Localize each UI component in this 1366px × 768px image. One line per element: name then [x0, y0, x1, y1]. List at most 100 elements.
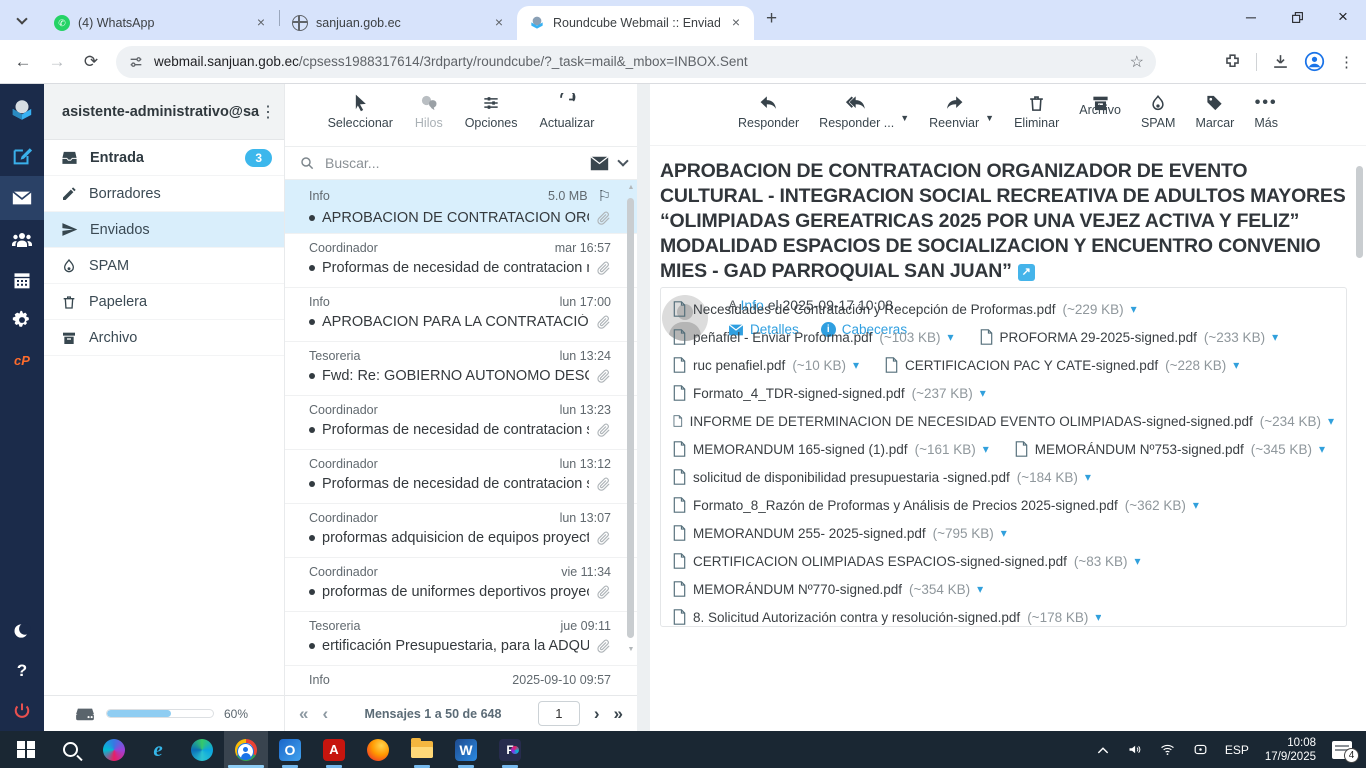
scroll-down-icon[interactable]: ▼ [627, 646, 635, 653]
clock[interactable]: 10:0817/9/2025 [1265, 736, 1316, 764]
attachment-menu-caret-icon[interactable]: ▾ [1135, 554, 1141, 568]
select-button[interactable]: Seleccionar [328, 93, 393, 130]
message-row[interactable]: Coordinadorlun 13:07 proformas adquisici… [285, 504, 637, 558]
logout-power-icon[interactable] [0, 691, 44, 731]
list-scrollbar[interactable]: ▲ ▼ [627, 184, 635, 689]
volume-icon[interactable] [1126, 742, 1143, 757]
close-tab-icon[interactable]: × [728, 15, 744, 31]
attachment-menu-caret-icon[interactable]: ▾ [1319, 442, 1325, 456]
extensions-icon[interactable] [1223, 52, 1242, 71]
sidebar-item-papelera[interactable]: Papelera [44, 284, 284, 320]
profile-avatar-icon[interactable] [1304, 51, 1325, 72]
bookmark-star-icon[interactable]: ☆ [1130, 52, 1144, 72]
message-row[interactable]: Info2025-09-10 09:57 [285, 666, 637, 695]
reply-all-button[interactable]: Responder ... [819, 93, 894, 130]
message-row[interactable]: Tesoreriajue 09:11 ertificación Presupue… [285, 612, 637, 666]
reply-button[interactable]: Responder [738, 93, 799, 130]
archive-button[interactable]: Archivo [1079, 93, 1121, 117]
taskbar-firefox-button[interactable] [356, 731, 400, 768]
refresh-button[interactable]: Actualizar [540, 93, 595, 130]
attachment-menu-caret-icon[interactable]: ▾ [1131, 302, 1137, 316]
tab-whatsapp[interactable]: ✆ (4) WhatsApp × [42, 6, 279, 40]
calendar-icon[interactable] [0, 260, 44, 300]
spam-button[interactable]: SPAM [1141, 93, 1176, 130]
language-indicator[interactable]: ESP [1225, 743, 1249, 757]
cpanel-icon[interactable]: cP [0, 340, 44, 380]
mail-nav-icon[interactable] [0, 176, 44, 220]
attachment-item[interactable]: Formato_4_TDR-signed-signed.pdf(~237 KB)… [673, 385, 986, 401]
taskbar-explorer-button[interactable] [400, 731, 444, 768]
attachment-item[interactable]: CERTIFICACION PAC Y CATE-signed.pdf(~228… [885, 357, 1239, 373]
page-number-input[interactable]: 1 [538, 701, 580, 726]
scrollbar-thumb[interactable] [627, 198, 634, 638]
threads-button[interactable]: Hilos [415, 93, 443, 130]
close-tab-icon[interactable]: × [491, 15, 507, 31]
message-row[interactable]: Infolun 17:00 APROBACION PARA LA CONTRAT… [285, 288, 637, 342]
attachment-menu-caret-icon[interactable]: ▾ [853, 358, 859, 372]
attachment-menu-caret-icon[interactable]: ▾ [1233, 358, 1239, 372]
back-button[interactable]: ← [6, 52, 40, 72]
taskbar-chrome-button[interactable] [224, 731, 268, 768]
settings-gear-icon[interactable] [0, 300, 44, 340]
attachment-menu-caret-icon[interactable]: ▾ [983, 442, 989, 456]
address-bar[interactable]: webmail.sanjuan.gob.ec/cpsess1988317614/… [116, 46, 1156, 78]
message-row[interactable]: Coordinadorlun 13:12 Proformas de necesi… [285, 450, 637, 504]
taskbar-search-button[interactable] [48, 731, 92, 768]
site-settings-icon[interactable] [128, 54, 144, 70]
search-scope-envelope-icon[interactable] [590, 156, 609, 171]
sidebar-item-archivo[interactable]: Archivo [44, 320, 284, 356]
first-page-icon[interactable]: « [299, 704, 308, 724]
downloads-icon[interactable] [1271, 52, 1290, 71]
search-options-chevron-icon[interactable] [617, 155, 628, 166]
mark-button[interactable]: Marcar [1195, 93, 1234, 130]
attachment-item[interactable]: Formato_8_Razón de Proformas y Análisis … [673, 497, 1199, 513]
reply-all-caret-icon[interactable]: ▼ [900, 113, 909, 123]
attachment-menu-caret-icon[interactable]: ▾ [1095, 610, 1101, 624]
message-row[interactable]: Coordinadorvie 11:34 proformas de unifor… [285, 558, 637, 612]
message-row[interactable]: Info5.0 MB⚐ APROBACION DE CONTRATACION O… [285, 180, 637, 234]
message-row[interactable]: Coordinadormar 16:57 Proformas de necesi… [285, 234, 637, 288]
attachment-item[interactable]: MEMORÁNDUM Nº753-signed.pdf(~345 KB)▾ [1015, 441, 1325, 457]
next-page-icon[interactable]: › [594, 704, 600, 724]
flag-icon[interactable]: ⚐ [598, 187, 611, 205]
attachment-item[interactable]: peñafiel - Enviar Proforma.pdf(~103 KB)▾ [673, 329, 954, 345]
panel-divider[interactable] [637, 84, 650, 731]
more-button[interactable]: ••• Más [1254, 93, 1278, 130]
open-in-new-window-icon[interactable]: ↗ [1018, 264, 1035, 281]
reload-button[interactable]: ⟳ [74, 52, 108, 72]
sidebar-item-spam[interactable]: SPAM [44, 248, 284, 284]
close-tab-icon[interactable]: × [253, 15, 269, 31]
sidebar-item-enviados[interactable]: Enviados [44, 212, 284, 248]
attachment-menu-caret-icon[interactable]: ▾ [948, 330, 954, 344]
contacts-icon[interactable] [0, 220, 44, 260]
search-input[interactable] [325, 155, 580, 171]
attachment-item[interactable]: 8. Solicitud Autorización contra y resol… [673, 609, 1101, 625]
forward-button[interactable]: Reenviar [929, 93, 979, 130]
attachment-item[interactable]: ruc penafiel.pdf(~10 KB)▾ [673, 357, 859, 373]
reader-scrollbar[interactable] [1356, 150, 1364, 725]
taskbar-edge-button[interactable] [180, 731, 224, 768]
tab-search-button[interactable] [8, 7, 36, 35]
attachment-item[interactable]: MEMORANDUM 255- 2025-signed.pdf(~795 KB)… [673, 525, 1007, 541]
taskbar-fs-button[interactable]: F [488, 731, 532, 768]
taskbar-copilot-button[interactable] [92, 731, 136, 768]
message-row[interactable]: Coordinadorlun 13:23 Proformas de necesi… [285, 396, 637, 450]
tab-roundcube-active[interactable]: Roundcube Webmail :: Enviados × [517, 6, 754, 40]
account-menu-icon[interactable]: ⋮ [260, 102, 276, 122]
scrollbar-thumb[interactable] [1356, 166, 1363, 258]
forward-button[interactable]: → [40, 52, 74, 72]
start-button[interactable] [4, 731, 48, 768]
attachment-menu-caret-icon[interactable]: ▾ [1272, 330, 1278, 344]
attachment-menu-caret-icon[interactable]: ▾ [1193, 498, 1199, 512]
taskbar-word-button[interactable]: W [444, 731, 488, 768]
scroll-up-icon[interactable]: ▲ [627, 184, 635, 191]
help-icon[interactable]: ? [0, 651, 44, 691]
restore-button[interactable] [1274, 0, 1320, 34]
tray-chevron-up-icon[interactable] [1096, 745, 1110, 755]
new-tab-button[interactable]: + [766, 8, 777, 30]
attachment-item[interactable]: Necesidades de Contratación y Recepción … [673, 301, 1137, 317]
sidebar-item-borradores[interactable]: Borradores [44, 176, 284, 212]
delete-button[interactable]: Eliminar [1014, 93, 1059, 130]
attachment-menu-caret-icon[interactable]: ▾ [1085, 470, 1091, 484]
last-page-icon[interactable]: » [614, 704, 623, 724]
